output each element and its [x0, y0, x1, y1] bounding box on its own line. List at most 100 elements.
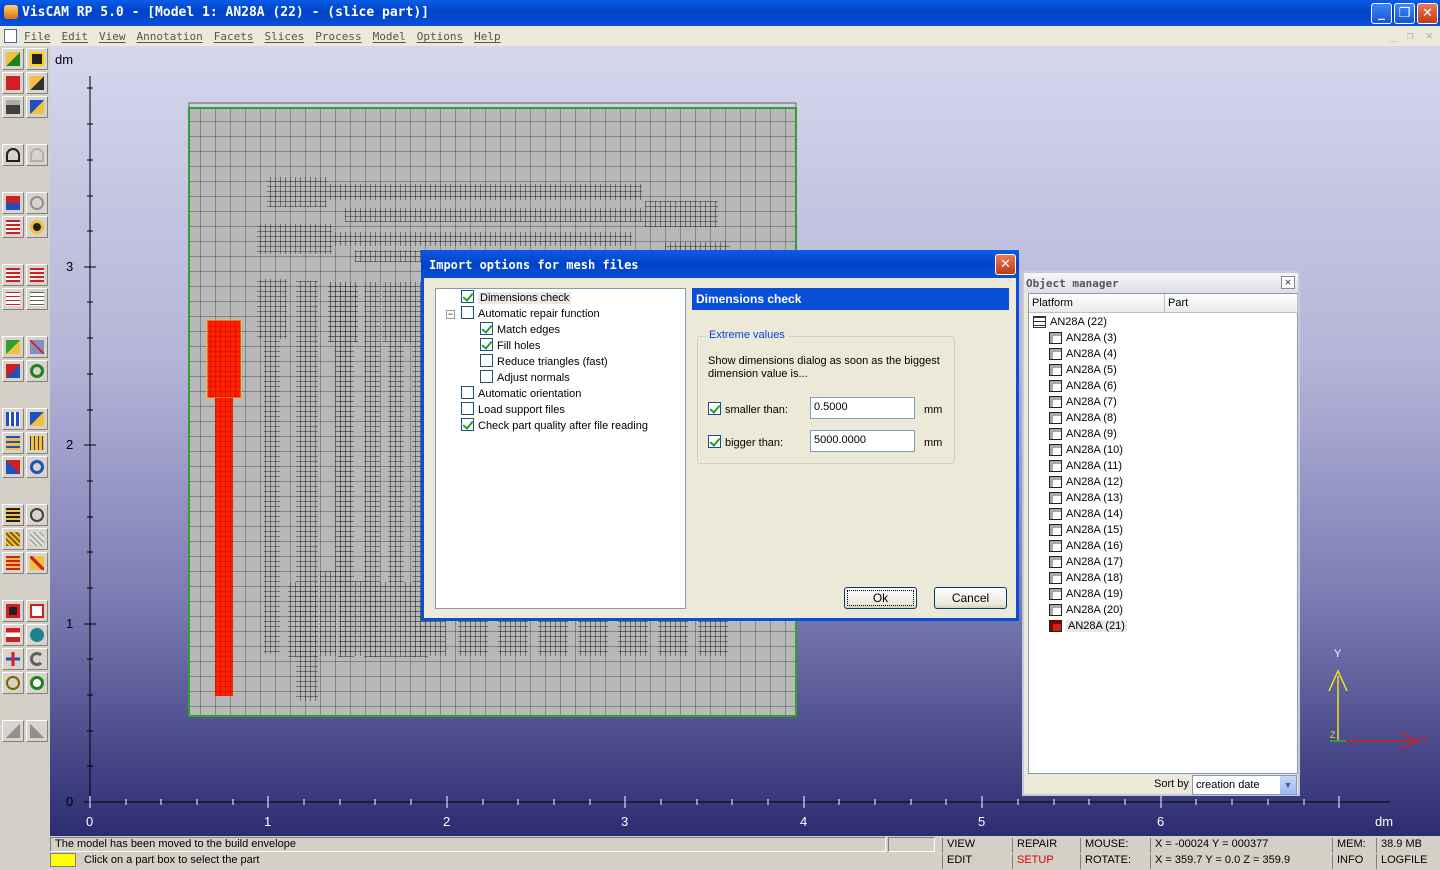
smaller-than-checkbox[interactable]: smaller than: [708, 402, 788, 416]
tree-root-platform[interactable]: AN28A (22) [1033, 314, 1107, 330]
move-part-button[interactable] [2, 360, 24, 382]
object-item[interactable]: AN28A (10) [1049, 442, 1123, 458]
copy-model-button[interactable] [26, 72, 48, 94]
slice-down-button[interactable] [2, 264, 24, 286]
slice-list-button[interactable] [2, 216, 24, 238]
redo-button[interactable] [26, 144, 48, 166]
dialog-close-button[interactable]: ✕ [995, 254, 1016, 275]
info-button[interactable]: INFO [1332, 854, 1376, 869]
checkbox[interactable] [461, 290, 474, 303]
setup-mode-button[interactable]: SETUP [1012, 854, 1076, 869]
mdi-minimize-button[interactable]: _ [1390, 29, 1397, 42]
close-model-button[interactable] [2, 72, 24, 94]
tree-item-match-edges[interactable]: Match edges [480, 322, 560, 338]
slice-split-button[interactable] [2, 288, 24, 310]
auto-place-button[interactable] [26, 408, 48, 430]
object-item[interactable]: AN28A (5) [1049, 362, 1117, 378]
checkbox[interactable] [480, 370, 493, 383]
minimize-button[interactable]: _ [1371, 3, 1392, 24]
object-item[interactable]: AN28A (13) [1049, 490, 1123, 506]
tree-item-check-quality[interactable]: Check part quality after file reading [461, 418, 648, 434]
maximize-button[interactable]: ❐ [1394, 3, 1415, 24]
sort-select[interactable]: creation date ▼ [1192, 775, 1297, 795]
tree-item-reduce-triangles[interactable]: Reduce triangles (fast) [480, 354, 608, 370]
object-item[interactable]: AN28A (7) [1049, 394, 1117, 410]
grid-toggle-button[interactable] [2, 432, 24, 454]
bigger-than-input[interactable]: 5000.0000 [810, 430, 915, 452]
object-item[interactable]: AN28A (3) [1049, 330, 1117, 346]
column-platform[interactable]: Platform [1029, 294, 1165, 313]
hatch-fill-button[interactable] [2, 528, 24, 550]
menu-annotation[interactable]: Annotation [137, 30, 203, 43]
tree-item-auto-orientation[interactable]: Automatic orientation [461, 386, 581, 402]
object-manager-close-button[interactable]: ✕ [1281, 276, 1295, 289]
logfile-button[interactable]: LOGFILE [1376, 854, 1438, 869]
back-button[interactable] [2, 720, 24, 742]
rotate-part-button[interactable] [26, 456, 48, 478]
lasso-button[interactable] [2, 672, 24, 694]
zoom-fit-button[interactable] [2, 600, 24, 622]
hatch-button[interactable] [26, 432, 48, 454]
menu-facets[interactable]: Facets [214, 30, 254, 43]
menu-file[interactable]: File [24, 30, 51, 43]
object-item[interactable]: AN28A (21) [1049, 618, 1127, 634]
bigger-than-checkbox[interactable]: bigger than: [708, 435, 783, 449]
platform-button[interactable] [2, 192, 24, 214]
mdi-restore-button[interactable]: ❐ [1407, 29, 1414, 42]
save-button[interactable] [26, 48, 48, 70]
object-item[interactable]: AN28A (14) [1049, 506, 1123, 522]
support-button[interactable] [2, 408, 24, 430]
close-button[interactable]: ✕ [1417, 3, 1438, 24]
object-item[interactable]: AN28A (9) [1049, 426, 1117, 442]
tree-item-fill-holes[interactable]: Fill holes [480, 338, 540, 354]
delete-hatch-button[interactable] [26, 552, 48, 574]
checkbox[interactable] [480, 338, 493, 351]
measure-button[interactable] [26, 504, 48, 526]
object-item[interactable]: AN28A (11) [1049, 458, 1122, 474]
slice-up-button[interactable] [26, 264, 48, 286]
checkbox[interactable] [461, 402, 474, 415]
tree-item-dimensions-check[interactable]: Dimensions check [461, 290, 572, 306]
layer-button[interactable] [2, 504, 24, 526]
tree-item-repair-function[interactable]: Automatic repair function [461, 306, 600, 322]
checkbox[interactable] [461, 418, 474, 431]
menu-model[interactable]: Model [373, 30, 406, 43]
checkbox[interactable] [480, 322, 493, 335]
chevron-down-icon[interactable]: ▼ [1280, 776, 1296, 794]
settings-button[interactable] [26, 216, 48, 238]
search-part-button[interactable] [26, 360, 48, 382]
object-item[interactable]: AN28A (15) [1049, 522, 1123, 538]
menu-edit[interactable]: Edit [62, 30, 89, 43]
rotate-view-button[interactable] [26, 648, 48, 670]
view-front-button[interactable] [2, 624, 24, 646]
tree-item-adjust-normals[interactable]: Adjust normals [480, 370, 570, 386]
tree-expander[interactable]: − [446, 310, 455, 319]
object-item[interactable]: AN28A (17) [1049, 554, 1123, 570]
menu-slices[interactable]: Slices [264, 30, 304, 43]
checkbox[interactable] [461, 386, 474, 399]
object-item[interactable]: AN28A (12) [1049, 474, 1123, 490]
pan-button[interactable] [2, 648, 24, 670]
export-button[interactable] [26, 96, 48, 118]
solid-view-button[interactable] [2, 336, 24, 358]
ok-button[interactable]: Ok [844, 587, 917, 609]
object-item[interactable]: AN28A (4) [1049, 346, 1117, 362]
cross-hatch-button[interactable] [26, 528, 48, 550]
menu-view[interactable]: View [99, 30, 126, 43]
app-icon[interactable] [4, 5, 18, 19]
print-button[interactable] [2, 96, 24, 118]
checkbox[interactable] [480, 354, 493, 367]
undo-button[interactable] [2, 144, 24, 166]
zoom-button[interactable] [26, 672, 48, 694]
contour-button[interactable] [2, 552, 24, 574]
menu-process[interactable]: Process [315, 30, 361, 43]
view-3d-button[interactable] [26, 624, 48, 646]
transform-button[interactable] [2, 456, 24, 478]
hide-part-button[interactable] [26, 336, 48, 358]
document-icon[interactable] [4, 29, 17, 43]
open-button[interactable] [2, 48, 24, 70]
shell-button[interactable] [26, 192, 48, 214]
forward-button[interactable] [26, 720, 48, 742]
object-item[interactable]: AN28A (16) [1049, 538, 1123, 554]
object-item[interactable]: AN28A (8) [1049, 410, 1117, 426]
